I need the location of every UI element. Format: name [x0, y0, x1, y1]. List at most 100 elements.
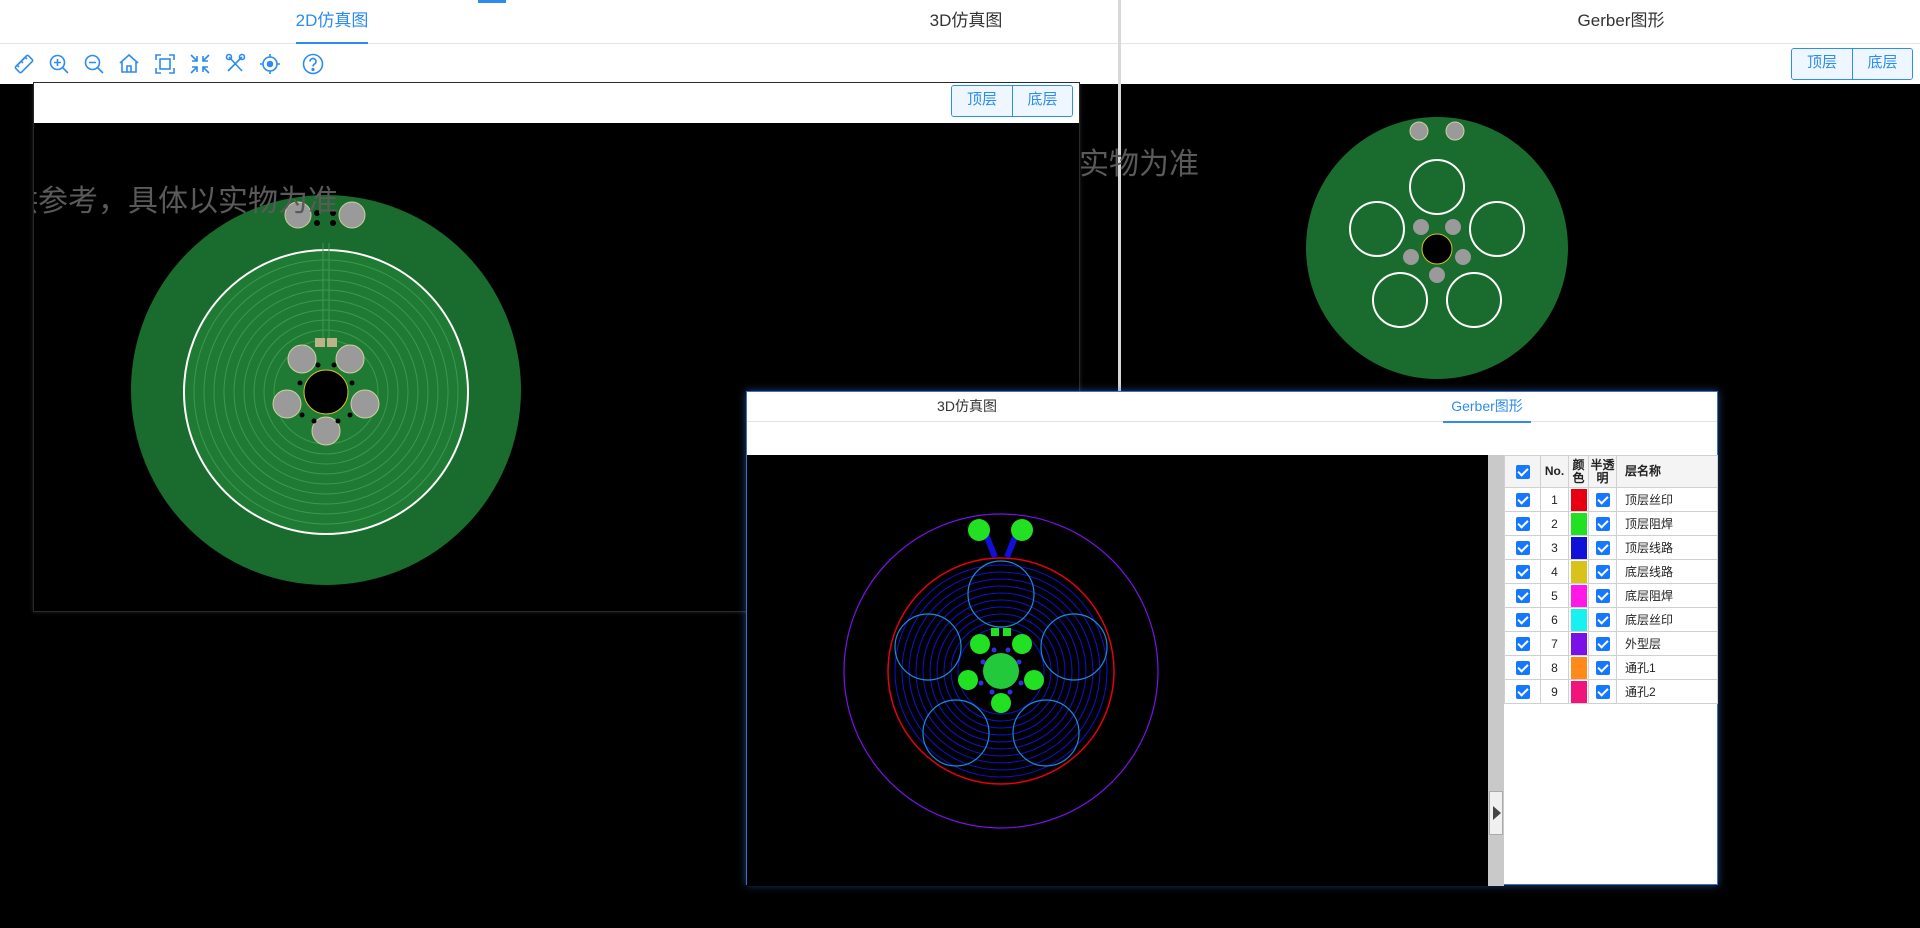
- layer-color-swatch: [1570, 656, 1587, 679]
- zoom-out-icon[interactable]: [82, 52, 106, 76]
- layer-row[interactable]: 2 顶层阻焊: [1504, 511, 1718, 536]
- layer-name: 底层丝印: [1616, 607, 1718, 632]
- panel-header: 顶层 底层: [34, 83, 1079, 123]
- layer-translucent-checkbox[interactable]: [1595, 636, 1610, 651]
- layer-no: 3: [1540, 535, 1569, 560]
- layer-visible-checkbox[interactable]: [1515, 612, 1530, 627]
- layer-visible-checkbox[interactable]: [1515, 492, 1530, 507]
- tab-3d-simulation[interactable]: 3D仿真图: [907, 392, 1027, 422]
- layer-color-cell: [1568, 655, 1589, 680]
- gerber-layer-canvas[interactable]: [747, 455, 1488, 886]
- layer-row[interactable]: 1 顶层丝印: [1504, 487, 1718, 512]
- tab-gerber[interactable]: Gerber图形: [1541, 0, 1701, 44]
- layer-visible-checkbox[interactable]: [1515, 636, 1530, 651]
- layer-no: 7: [1540, 631, 1569, 656]
- layer-no: 9: [1540, 679, 1569, 704]
- layer-visible-checkbox[interactable]: [1515, 660, 1530, 675]
- layer-color-swatch: [1570, 512, 1587, 535]
- select-all-checkbox[interactable]: [1515, 464, 1530, 479]
- layer-row[interactable]: 3 顶层线路: [1504, 535, 1718, 560]
- layer-translucent-cell[interactable]: [1588, 607, 1617, 632]
- layer-row[interactable]: 4 底层线路: [1504, 559, 1718, 584]
- layer-translucent-cell[interactable]: [1588, 631, 1617, 656]
- layer-translucent-cell[interactable]: [1588, 535, 1617, 560]
- tab-2d-simulation[interactable]: 2D仿真图: [282, 0, 382, 44]
- tab-3d-simulation[interactable]: 3D仿真图: [916, 0, 1016, 44]
- layer-visible-checkbox[interactable]: [1515, 588, 1530, 603]
- select-all-cell[interactable]: [1504, 455, 1541, 488]
- ruler-icon[interactable]: [12, 52, 36, 76]
- layer-translucent-cell[interactable]: [1588, 511, 1617, 536]
- layer-color-swatch: [1570, 632, 1587, 655]
- panel-splitter[interactable]: [1488, 455, 1504, 886]
- tab-label: Gerber图形: [1451, 398, 1523, 414]
- layer-visible-cell[interactable]: [1504, 679, 1541, 704]
- help-icon[interactable]: [301, 52, 325, 76]
- layer-translucent-checkbox[interactable]: [1595, 684, 1610, 699]
- layer-row[interactable]: 8 通孔1: [1504, 655, 1718, 680]
- layer-table-header: No. 颜色 半透明 层名称: [1504, 455, 1718, 488]
- left-tab-bar: 2D仿真图 3D仿真图: [0, 0, 1118, 44]
- layer-color-swatch: [1570, 680, 1587, 703]
- layer-translucent-cell[interactable]: [1588, 655, 1617, 680]
- layer-row[interactable]: 6 底层丝印: [1504, 607, 1718, 632]
- bottom-layer-button[interactable]: 底层: [1852, 49, 1912, 79]
- layer-translucent-cell[interactable]: [1588, 487, 1617, 512]
- layer-translucent-checkbox[interactable]: [1595, 612, 1610, 627]
- view-toolbar: [0, 44, 1118, 84]
- tab-label: Gerber图形: [1577, 11, 1665, 30]
- layer-no: 5: [1540, 583, 1569, 608]
- tab-gerber[interactable]: Gerber图形: [1427, 392, 1547, 423]
- fit-screen-icon[interactable]: [153, 52, 177, 76]
- layer-color-cell: [1568, 535, 1589, 560]
- layer-toggle-group: 顶层 底层: [951, 85, 1073, 117]
- header-no: No.: [1540, 455, 1569, 488]
- layer-visible-cell[interactable]: [1504, 511, 1541, 536]
- layer-no: 4: [1540, 559, 1569, 584]
- layer-visible-checkbox[interactable]: [1515, 564, 1530, 579]
- layer-name: 顶层丝印: [1616, 487, 1718, 512]
- layer-row[interactable]: 5 底层阻焊: [1504, 583, 1718, 608]
- home-icon[interactable]: [117, 52, 141, 76]
- layer-no: 6: [1540, 607, 1569, 632]
- tools-icon[interactable]: [223, 52, 247, 76]
- layer-translucent-checkbox[interactable]: [1595, 516, 1610, 531]
- layer-color-swatch: [1570, 536, 1587, 559]
- layer-row[interactable]: 7 外型层: [1504, 631, 1718, 656]
- layer-translucent-cell[interactable]: [1588, 583, 1617, 608]
- layer-no: 8: [1540, 655, 1569, 680]
- layer-translucent-checkbox[interactable]: [1595, 660, 1610, 675]
- layer-visible-checkbox[interactable]: [1515, 516, 1530, 531]
- layer-visible-cell[interactable]: [1504, 487, 1541, 512]
- layer-visible-checkbox[interactable]: [1515, 684, 1530, 699]
- layer-translucent-checkbox[interactable]: [1595, 588, 1610, 603]
- layer-translucent-checkbox[interactable]: [1595, 492, 1610, 507]
- layer-visible-cell[interactable]: [1504, 583, 1541, 608]
- layer-list: No. 颜色 半透明 层名称 1 顶层丝印 2 顶层阻焊 3 顶层线路 4 底层线路 5 底层阻焊…: [1504, 455, 1718, 704]
- tab-label: 3D仿真图: [937, 398, 997, 414]
- top-layer-button[interactable]: 顶层: [952, 86, 1012, 116]
- gerber-dialog: 3D仿真图 Gerber图形 No. 颜色 半透明 层名称 1 顶层丝印 2 顶…: [746, 391, 1718, 886]
- layer-visible-cell[interactable]: [1504, 535, 1541, 560]
- layer-color-swatch: [1570, 584, 1587, 607]
- collapse-handle-icon[interactable]: [1489, 791, 1503, 835]
- tab-label: 3D仿真图: [929, 11, 1003, 30]
- shrink-icon[interactable]: [188, 52, 212, 76]
- layer-visible-checkbox[interactable]: [1515, 540, 1530, 555]
- layer-visible-cell[interactable]: [1504, 559, 1541, 584]
- top-layer-button[interactable]: 顶层: [1792, 49, 1852, 79]
- layer-visible-cell[interactable]: [1504, 607, 1541, 632]
- layer-name: 通孔2: [1616, 679, 1718, 704]
- watermark: 供参考，具体以实物为准: [33, 185, 338, 218]
- locate-icon[interactable]: [258, 52, 282, 76]
- layer-translucent-cell[interactable]: [1588, 559, 1617, 584]
- layer-translucent-checkbox[interactable]: [1595, 564, 1610, 579]
- zoom-in-icon[interactable]: [47, 52, 71, 76]
- layer-translucent-checkbox[interactable]: [1595, 540, 1610, 555]
- layer-visible-cell[interactable]: [1504, 631, 1541, 656]
- layer-visible-cell[interactable]: [1504, 655, 1541, 680]
- layer-row[interactable]: 9 通孔2: [1504, 679, 1718, 704]
- gerber-layers-graphic: [843, 513, 1159, 829]
- layer-translucent-cell[interactable]: [1588, 679, 1617, 704]
- bottom-layer-button[interactable]: 底层: [1012, 86, 1072, 116]
